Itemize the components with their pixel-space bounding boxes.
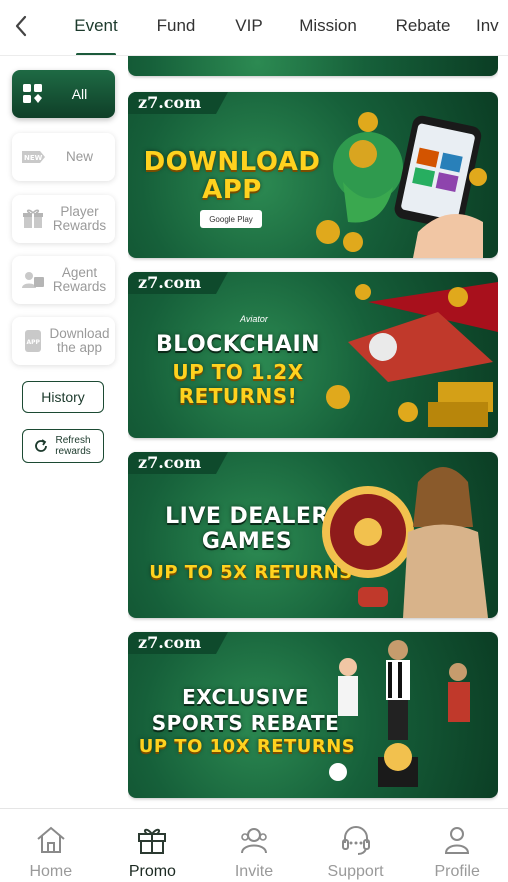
sidebar-item-player-rewards[interactable]: Player Rewards bbox=[12, 195, 115, 243]
app-icon: APP bbox=[18, 326, 48, 356]
promo-banner-blockchain[interactable]: z7.com Aviator BLOCKCHAIN UP TO 1.2X RET… bbox=[128, 272, 498, 438]
nav-support[interactable]: Support bbox=[305, 809, 407, 882]
nav-promo[interactable]: Promo bbox=[102, 809, 204, 882]
sidebar-item-label: All bbox=[71, 86, 88, 102]
tab-fund[interactable]: Fund bbox=[136, 0, 216, 55]
roulette-dealer-illustration bbox=[322, 467, 488, 618]
nav-profile[interactable]: Profile bbox=[406, 809, 508, 882]
google-play-badge: Google Play bbox=[200, 210, 262, 228]
sports-athletes-illustration bbox=[329, 640, 470, 787]
sidebar-item-label: Agent Rewards bbox=[52, 265, 107, 294]
sidebar-item-label: New bbox=[65, 149, 93, 164]
users-icon bbox=[18, 265, 48, 295]
promo-banner-sports-rebate[interactable]: z7.com EXCLUSIVE SPORTS REBATE UP TO 10X… bbox=[128, 632, 498, 798]
gift-icon bbox=[18, 204, 48, 234]
tab-rebate[interactable]: Rebate bbox=[374, 0, 472, 55]
nav-home[interactable]: Home bbox=[0, 809, 102, 882]
sidebar-item-label: Player Rewards bbox=[52, 204, 107, 233]
gift-icon bbox=[138, 828, 167, 854]
airplane-gold-illustration bbox=[326, 282, 498, 427]
tab-mission[interactable]: Mission bbox=[282, 0, 374, 55]
aviator-logo: Aviator bbox=[240, 314, 268, 324]
sidebar-item-download-app[interactable]: APP Download the app bbox=[12, 317, 115, 365]
sidebar-item-label: Download the app bbox=[49, 326, 110, 355]
brand-logo: z7.com bbox=[128, 452, 228, 474]
invite-icon bbox=[240, 828, 267, 854]
refresh-rewards-button[interactable]: Refresh rewards bbox=[22, 429, 104, 463]
promo-banner-live-dealer[interactable]: z7.com LIVE DEALER GAMES UP TO 5X RETURN… bbox=[128, 452, 498, 618]
history-button[interactable]: History bbox=[22, 381, 104, 413]
tab-event[interactable]: Event bbox=[56, 0, 136, 55]
back-arrow-icon[interactable] bbox=[8, 12, 36, 40]
tab-invite[interactable]: Inv bbox=[472, 0, 508, 55]
refresh-icon bbox=[35, 439, 47, 452]
promo-banner-list: z7.com DOWNLOAD APP Google Play z7.com A… bbox=[128, 56, 498, 808]
nav-label: Promo bbox=[128, 863, 176, 880]
svg-text:APP: APP bbox=[27, 339, 41, 346]
top-tab-bar: Event Fund VIP Mission Rebate Inv bbox=[0, 0, 508, 56]
brand-logo: z7.com bbox=[128, 632, 228, 654]
promo-banner-partial[interactable] bbox=[128, 56, 498, 76]
profile-icon bbox=[445, 827, 470, 854]
brand-logo: z7.com bbox=[128, 272, 228, 294]
sidebar-item-agent-rewards[interactable]: Agent Rewards bbox=[12, 256, 115, 304]
banner-headline: DOWNLOAD bbox=[143, 147, 321, 177]
home-icon bbox=[37, 826, 65, 853]
nav-label: Home bbox=[29, 863, 73, 880]
promo-category-sidebar: All NEW New Player Rewards Agent Rewards… bbox=[0, 56, 122, 808]
nav-label: Invite bbox=[234, 863, 274, 880]
tab-vip[interactable]: VIP bbox=[216, 0, 282, 55]
refresh-rewards-label: Refresh rewards bbox=[55, 435, 91, 457]
new-tag-icon: NEW bbox=[18, 142, 48, 172]
brand-logo: z7.com bbox=[128, 92, 228, 114]
category-tabs: Event Fund VIP Mission Rebate Inv bbox=[56, 0, 508, 55]
phone-dragon-illustration bbox=[316, 112, 487, 258]
nav-invite[interactable]: Invite bbox=[203, 809, 305, 882]
banner-headline: APP bbox=[202, 175, 262, 205]
headset-icon bbox=[341, 826, 370, 855]
sidebar-item-new[interactable]: NEW New bbox=[12, 133, 115, 181]
grid-icon bbox=[18, 79, 48, 109]
nav-label: Profile bbox=[434, 863, 480, 880]
svg-text:NEW: NEW bbox=[24, 154, 43, 162]
nav-label: Support bbox=[327, 863, 384, 880]
sidebar-item-all[interactable]: All bbox=[12, 70, 115, 118]
bottom-navigation: Home Promo Invite Support Profile bbox=[0, 808, 508, 882]
promo-banner-download-app[interactable]: z7.com DOWNLOAD APP Google Play bbox=[128, 92, 498, 258]
